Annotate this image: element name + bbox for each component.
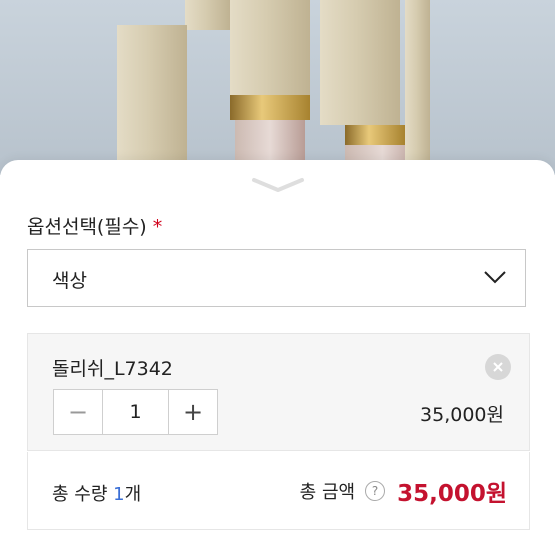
selected-item-card: 돌리쉬_L7342 − 1 + 35,000원 (27, 333, 530, 451)
quantity-stepper: − 1 + (53, 389, 218, 435)
quantity-value[interactable]: 1 (102, 390, 169, 434)
option-bottom-sheet: 옵션선택(필수) * 색상 돌리쉬_L7342 − 1 + 35,000원 총 수… (0, 160, 555, 555)
sheet-handle-icon[interactable] (250, 174, 306, 194)
color-select-value: 색상 (52, 270, 87, 292)
required-marker: * (152, 216, 163, 238)
total-quantity-value: 1 (113, 484, 125, 505)
help-icon[interactable]: ? (365, 481, 386, 501)
option-select-label: 옵션선택(필수) * (27, 212, 162, 239)
close-icon (493, 362, 503, 372)
total-amount-group: 총 금액 ? 35,000원 (300, 474, 507, 508)
color-select-dropdown[interactable]: 색상 (27, 249, 526, 307)
chevron-down-icon (484, 271, 506, 284)
remove-item-button[interactable] (485, 354, 511, 380)
order-summary: 총 수량 1개 총 금액 ? 35,000원 (27, 452, 530, 530)
product-image (0, 0, 555, 175)
selected-item-name: 돌리쉬_L7342 (52, 358, 173, 380)
item-price: 35,000원 (420, 404, 504, 426)
increase-quantity-button[interactable]: + (169, 390, 217, 434)
decrease-quantity-button[interactable]: − (54, 390, 102, 434)
option-select-label-text: 옵션선택(필수) (27, 216, 147, 238)
total-amount-label: 총 금액 (299, 482, 356, 503)
total-quantity-prefix: 총 수량 (52, 484, 114, 505)
total-quantity: 총 수량 1개 (52, 480, 141, 506)
total-amount-value: 35,000원 (397, 481, 507, 507)
total-quantity-suffix: 개 (124, 484, 142, 505)
